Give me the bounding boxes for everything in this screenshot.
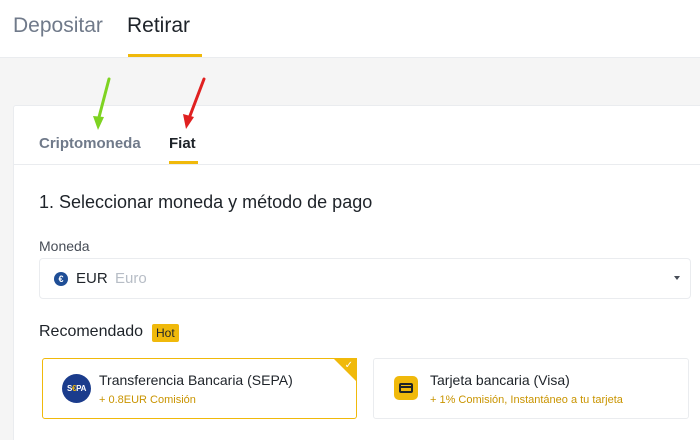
red-arrow-icon [183, 77, 206, 129]
annotation-arrows [93, 77, 206, 130]
green-arrow-icon [93, 77, 111, 130]
